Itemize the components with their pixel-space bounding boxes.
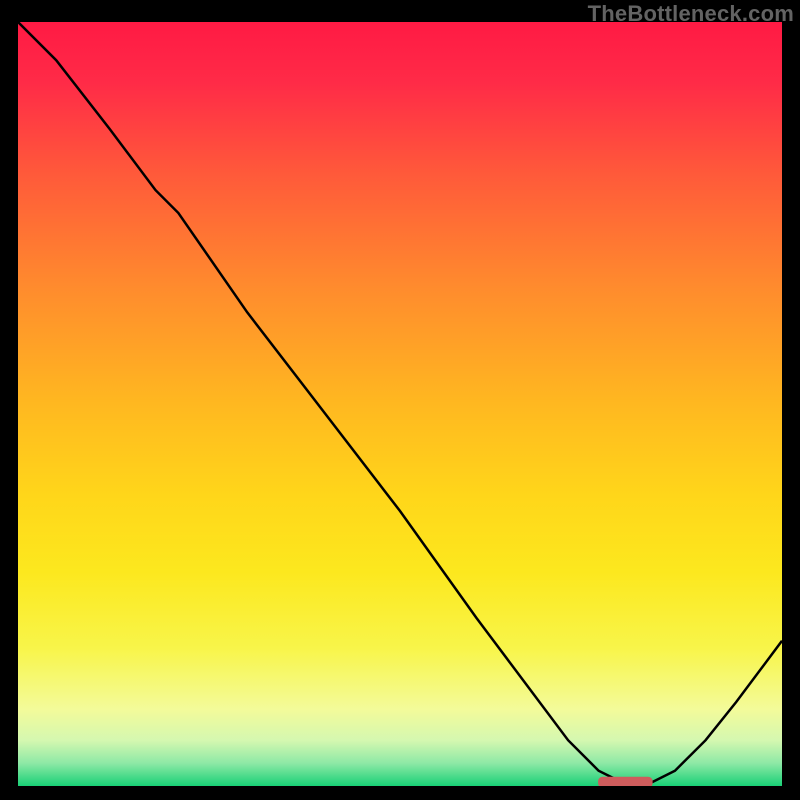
gradient-background	[18, 22, 782, 786]
chart-svg	[18, 22, 782, 786]
chart-frame: TheBottleneck.com	[0, 0, 800, 800]
plot-area	[18, 22, 782, 786]
watermark-label: TheBottleneck.com	[588, 1, 794, 27]
selected-range-marker	[599, 777, 653, 786]
